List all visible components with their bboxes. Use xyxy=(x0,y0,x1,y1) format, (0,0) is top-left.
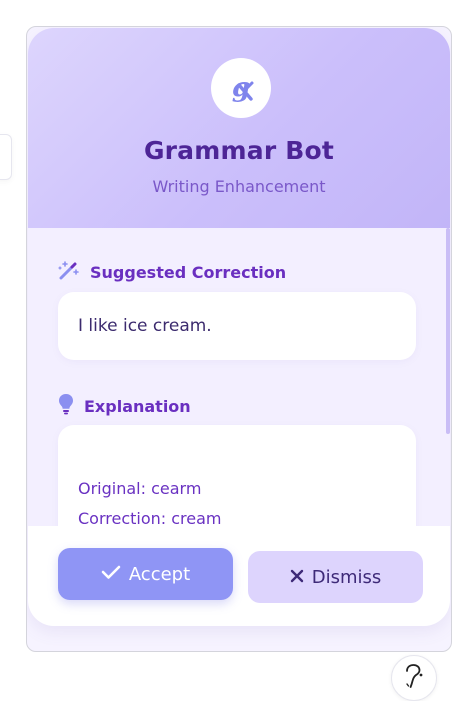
close-icon xyxy=(290,567,304,588)
explanation-line-correction: Correction: cream xyxy=(78,509,222,526)
grammar-bot-logo: g xyxy=(211,58,271,118)
help-fab-button[interactable] xyxy=(391,655,437,701)
explanation-label: Explanation xyxy=(84,396,191,416)
explanation-heading: Explanation xyxy=(58,393,191,419)
suggested-correction-heading: Suggested Correction xyxy=(58,260,286,284)
dismiss-button[interactable]: Dismiss xyxy=(248,551,423,603)
card-header: g Grammar Bot Writing Enhancement xyxy=(28,28,450,228)
corrected-sentence: I like ice cream. xyxy=(78,316,212,336)
dismiss-label: Dismiss xyxy=(311,566,382,588)
explanation-box: Original: cearm Correction: cream xyxy=(58,425,416,526)
magic-wand-icon xyxy=(58,260,80,284)
suggested-correction-label: Suggested Correction xyxy=(90,262,287,282)
app-title: Grammar Bot xyxy=(143,136,335,165)
card-footer: Accept Dismiss xyxy=(28,526,450,626)
grammar-bot-window: g Grammar Bot Writing Enhancement xyxy=(26,26,452,652)
help-icon xyxy=(401,662,427,694)
grammar-bot-card: g Grammar Bot Writing Enhancement xyxy=(28,28,450,626)
accept-button[interactable]: Accept xyxy=(58,548,233,600)
check-icon xyxy=(101,564,121,585)
explanation-line-original: Original: cearm xyxy=(78,479,202,498)
background-panel-edge xyxy=(0,134,12,180)
scrollbar-thumb[interactable] xyxy=(446,228,450,434)
correction-box: I like ice cream. xyxy=(58,292,416,360)
accept-label: Accept xyxy=(128,563,191,585)
lightbulb-icon xyxy=(58,393,74,419)
grammar-bot-logo-icon: g xyxy=(232,73,254,103)
card-body-scroll[interactable]: Suggested Correction I like ice cream. E… xyxy=(28,228,450,526)
app-subtitle: Writing Enhancement xyxy=(152,177,326,196)
